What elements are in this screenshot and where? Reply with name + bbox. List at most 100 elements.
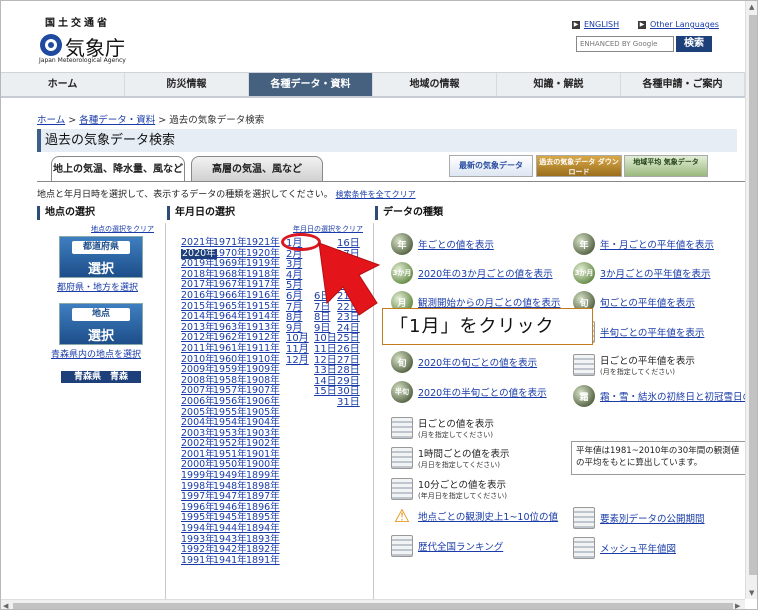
data-type-item[interactable]: 日ごとの値を表示 (月を指定してください) xyxy=(391,416,494,440)
latest-data-banner[interactable]: 最新の気象データ xyxy=(449,155,533,177)
nav-disaster[interactable]: 防災情報 xyxy=(125,73,249,96)
data-type-item[interactable]: 10分ごとの値を表示 (年月日を指定してください) xyxy=(391,477,507,501)
tab-surface[interactable]: 地上の気温、降水量、風など xyxy=(51,156,185,182)
english-link[interactable]: ▶ ENGLISH xyxy=(572,20,619,29)
year-link-10[interactable]: 2011年 xyxy=(181,343,217,355)
data-type-item[interactable]: 年年ごとの値を表示 xyxy=(391,233,494,255)
search-input[interactable]: ENHANCED BY Google xyxy=(576,36,674,52)
year-link-0[interactable]: 1971年 xyxy=(213,237,247,249)
day-link-9[interactable]: 25日 xyxy=(337,333,360,344)
year-link-30[interactable]: 1991年 xyxy=(181,555,217,567)
horizontal-scroll-thumb[interactable] xyxy=(13,603,733,609)
day-link-12[interactable]: 28日 xyxy=(337,365,360,376)
data-type-item[interactable]: 1時間ごとの値を表示 (月日を指定してください) xyxy=(391,446,509,470)
data-type-item[interactable]: 3か月 2020年の3か月ごとの値を表示 xyxy=(391,262,553,284)
data-type-label[interactable]: 2020年の3か月ごとの値を表示 xyxy=(418,269,553,280)
breadcrumb-data[interactable]: 各種データ・資料 xyxy=(79,115,155,126)
data-type-item[interactable]: 日ごとの平年値を表示 (月を指定してください) xyxy=(573,353,695,377)
year-link-10[interactable]: 1961年 xyxy=(213,343,247,355)
day-link-8[interactable]: 9日 xyxy=(314,323,337,334)
table-icon xyxy=(573,537,595,559)
day-link-9[interactable]: 10日 xyxy=(314,333,337,344)
day-link-13[interactable]: 29日 xyxy=(337,376,360,387)
data-type-item[interactable]: 半旬 2020年の半旬ごとの値を表示 xyxy=(391,381,547,403)
month-link-10[interactable]: 11月 xyxy=(286,344,309,355)
year-link-5[interactable]: 1916年 xyxy=(246,290,280,302)
data-type-item[interactable]: ⚠ 地点ごとの観測史上1~10位の値 xyxy=(391,505,558,527)
data-type-label[interactable]: 3か月ごとの平年値を表示 xyxy=(600,269,710,280)
month-link-9[interactable]: 10月 xyxy=(286,333,309,344)
data-type-label[interactable]: 10分ごとの値を表示 xyxy=(418,480,506,491)
year-link-30[interactable]: 1941年 xyxy=(213,555,247,567)
year-link-30[interactable]: 1891年 xyxy=(246,555,280,567)
data-type-label[interactable]: メッシュ平年値図 xyxy=(600,544,676,555)
jma-logo-icon[interactable] xyxy=(40,34,62,56)
year-link-0[interactable]: 2021年 xyxy=(181,237,217,249)
column-divider xyxy=(165,223,166,603)
data-type-label[interactable]: 歴代全国ランキング xyxy=(418,542,503,553)
nav-knowledge[interactable]: 知識・解説 xyxy=(497,73,621,96)
search-button[interactable]: 検索 xyxy=(676,36,712,52)
year-link-5[interactable]: 1966年 xyxy=(213,290,247,302)
month-link-11[interactable]: 12月 xyxy=(286,355,309,366)
day-link-11[interactable]: 12日 xyxy=(314,355,337,366)
day-link-8[interactable]: 24日 xyxy=(337,323,360,334)
year-link-15[interactable]: 1906年 xyxy=(246,396,280,408)
data-type-label[interactable]: 日ごとの値を表示 xyxy=(418,419,494,430)
point-select-button[interactable]: 地点 選択 xyxy=(59,303,143,345)
nav-data[interactable]: 各種データ・資料 xyxy=(249,73,373,96)
data-type-item[interactable]: 年年・月ごとの平年値を表示 xyxy=(573,233,714,255)
year-link-15[interactable]: 2006年 xyxy=(181,396,217,408)
day-link-14[interactable]: 30日 xyxy=(337,386,360,397)
scroll-right-icon[interactable]: ▶ xyxy=(735,600,740,609)
data-type-label[interactable]: 2020年の半旬ごとの値を表示 xyxy=(418,388,547,399)
data-type-label[interactable]: 地点ごとの観測史上1~10位の値 xyxy=(418,512,558,523)
day-link-13[interactable]: 14日 xyxy=(314,376,337,387)
data-type-item[interactable]: 旬 2020年の旬ごとの値を表示 xyxy=(391,351,537,373)
data-type-item[interactable]: 霜霜・雪・結氷の初終日と初冠雪日の xyxy=(573,385,752,407)
day-link-15[interactable]: 31日 xyxy=(337,397,360,408)
tab-upper-air[interactable]: 高層の気温、風など xyxy=(191,156,323,182)
day-link-10[interactable]: 26日 xyxy=(337,344,360,355)
data-type-label[interactable]: 年・月ごとの平年値を表示 xyxy=(600,240,714,251)
data-type-label[interactable]: 半旬ごとの平年値を表示 xyxy=(600,328,704,339)
horizontal-scrollbar[interactable]: ◀ ▶ xyxy=(1,599,745,609)
day-link-14[interactable]: 15日 xyxy=(314,386,337,397)
scroll-up-icon[interactable]: ▲ xyxy=(749,1,754,13)
year-link-0[interactable]: 1921年 xyxy=(246,237,280,249)
breadcrumb-home[interactable]: ホーム xyxy=(37,115,65,126)
day-link-11[interactable]: 27日 xyxy=(337,355,360,366)
nav-applications[interactable]: 各種申請・ご案内 xyxy=(621,73,745,96)
clear-all-link[interactable]: 検索条件を全てクリア xyxy=(336,190,416,199)
day-link-10[interactable]: 11日 xyxy=(314,344,337,355)
prefecture-select-button[interactable]: 都道府県 選択 xyxy=(59,236,143,278)
clear-location-link[interactable]: 地点の選択をクリア xyxy=(91,224,154,234)
year-link-15[interactable]: 1956年 xyxy=(213,396,247,408)
nav-home[interactable]: ホーム xyxy=(1,73,125,96)
data-type-item[interactable]: 要素別データの公開期間 xyxy=(573,507,705,529)
nav-regional[interactable]: 地域の情報 xyxy=(373,73,497,96)
year-link-10[interactable]: 1911年 xyxy=(246,343,280,355)
data-type-item[interactable]: 3か月 3か月ごとの平年値を表示 xyxy=(573,262,710,284)
data-type-label[interactable]: 要素別データの公開期間 xyxy=(600,514,705,525)
scroll-left-icon[interactable]: ◀ xyxy=(3,600,8,609)
data-type-label[interactable]: 1時間ごとの値を表示 xyxy=(418,449,509,460)
data-type-label[interactable]: 霜・雪・結氷の初終日と初冠雪日の xyxy=(600,392,752,403)
vertical-scroll-thumb[interactable] xyxy=(749,15,757,575)
month-link-8[interactable]: 9月 xyxy=(286,323,309,334)
prefecture-caption-link[interactable]: 都府県・地方を選択 xyxy=(57,280,138,293)
year-link-5[interactable]: 2016年 xyxy=(181,290,217,302)
data-type-label[interactable]: 年ごとの値を表示 xyxy=(418,240,494,251)
point-caption-link[interactable]: 青森県内の地点を選択 xyxy=(51,347,141,360)
data-type-label[interactable]: 2020年の旬ごとの値を表示 xyxy=(418,358,537,369)
data-type-item[interactable]: メッシュ平年値図 xyxy=(573,537,676,559)
data-type-label[interactable]: 旬ごとの平年値を表示 xyxy=(600,298,695,309)
other-languages-link[interactable]: ▶ Other Languages xyxy=(638,20,719,29)
scroll-down-icon[interactable]: ▼ xyxy=(749,587,754,599)
vertical-scrollbar[interactable]: ▲ ▼ xyxy=(745,1,757,599)
data-type-item[interactable]: 歴代全国ランキング xyxy=(391,535,503,557)
data-type-label[interactable]: 日ごとの平年値を表示 xyxy=(600,356,695,367)
regional-average-banner[interactable]: 地域平均 気象データ xyxy=(624,155,708,177)
download-banner[interactable]: 過去の気象データ ダウンロード xyxy=(536,155,622,177)
day-link-12[interactable]: 13日 xyxy=(314,365,337,376)
